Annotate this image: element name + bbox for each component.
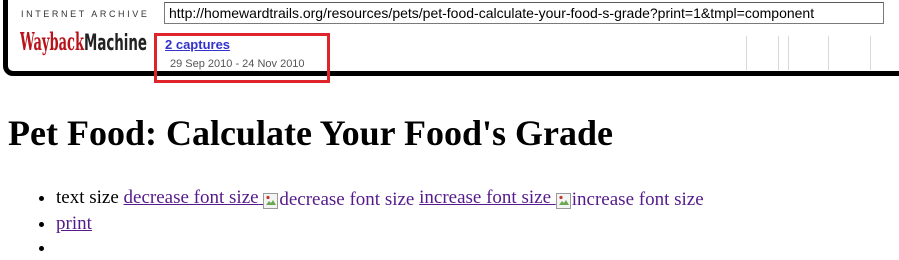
broken-image-icon — [263, 192, 279, 209]
svg-text:Machine: Machine — [84, 31, 147, 56]
timeline-tick — [788, 36, 789, 70]
list-item-empty — [56, 236, 704, 260]
timeline-tick — [746, 36, 747, 70]
capture-timeline[interactable] — [742, 36, 882, 70]
timeline-tick — [778, 36, 779, 70]
internet-archive-label: INTERNET ARCHIVE — [21, 9, 150, 19]
wayback-machine-logo[interactable]: Wayback Machine — [20, 24, 148, 58]
article-tools-list: text size decrease font size decrease fo… — [0, 186, 704, 260]
broken-image-icon — [555, 192, 571, 209]
list-item-print: print — [56, 212, 704, 236]
wayback-toolbar: INTERNET ARCHIVE Wayback Machine 2 captu… — [0, 0, 899, 83]
svg-text:Wayback: Wayback — [20, 27, 85, 56]
page-title: Pet Food: Calculate Your Food's Grade — [8, 113, 613, 153]
increase-font-size-link[interactable]: increase font size increase font size — [419, 187, 704, 210]
increase-font-size-image[interactable]: increase font size — [555, 188, 704, 212]
wayback-url-input[interactable] — [164, 2, 884, 24]
decrease-font-size-image[interactable]: decrease font size — [263, 188, 414, 212]
captures-highlight-box — [154, 33, 330, 83]
increase-font-size-text: increase font size — [419, 187, 552, 208]
print-link[interactable]: print — [56, 213, 92, 234]
decrease-font-size-link[interactable]: decrease font size decrease font size — [123, 187, 415, 210]
timeline-tick — [828, 36, 829, 70]
text-size-label: text size — [56, 187, 119, 208]
decrease-font-size-text: decrease font size — [123, 187, 259, 208]
list-item-text-size: text size decrease font size decrease fo… — [56, 186, 704, 212]
timeline-tick — [870, 36, 871, 70]
